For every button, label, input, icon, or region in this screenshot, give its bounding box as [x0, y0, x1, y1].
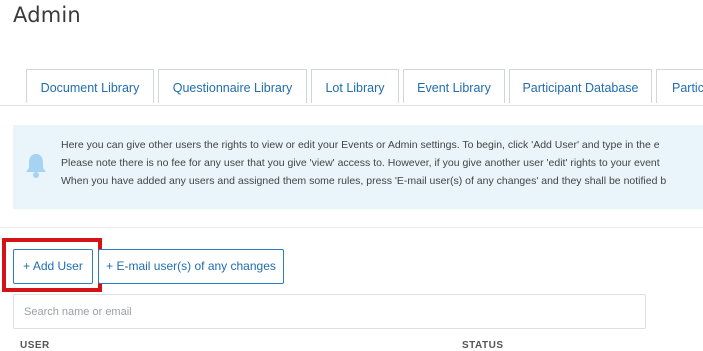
- email-users-button[interactable]: + E-mail user(s) of any changes: [98, 249, 284, 284]
- info-line: When you have added any users and assign…: [61, 175, 667, 187]
- add-user-button[interactable]: + Add User: [13, 249, 93, 284]
- tab-partic[interactable]: Partic: [656, 69, 703, 103]
- search-input[interactable]: [13, 294, 646, 329]
- tab-questionnaire-library[interactable]: Questionnaire Library: [158, 69, 307, 103]
- tab-bar: Document Library Questionnaire Library L…: [0, 69, 703, 106]
- tab-participant-database[interactable]: Participant Database: [509, 69, 652, 103]
- page-title: Admin: [13, 3, 81, 27]
- tab-lot-library[interactable]: Lot Library: [311, 69, 399, 103]
- tab-document-library[interactable]: Document Library: [26, 69, 154, 103]
- bell-icon: [23, 151, 49, 179]
- info-box: Here you can give other users the rights…: [13, 125, 703, 209]
- info-line: Please note there is no fee for any user…: [61, 157, 660, 169]
- info-line: Here you can give other users the rights…: [61, 139, 660, 151]
- divider: [0, 227, 703, 228]
- tab-event-library[interactable]: Event Library: [403, 69, 505, 103]
